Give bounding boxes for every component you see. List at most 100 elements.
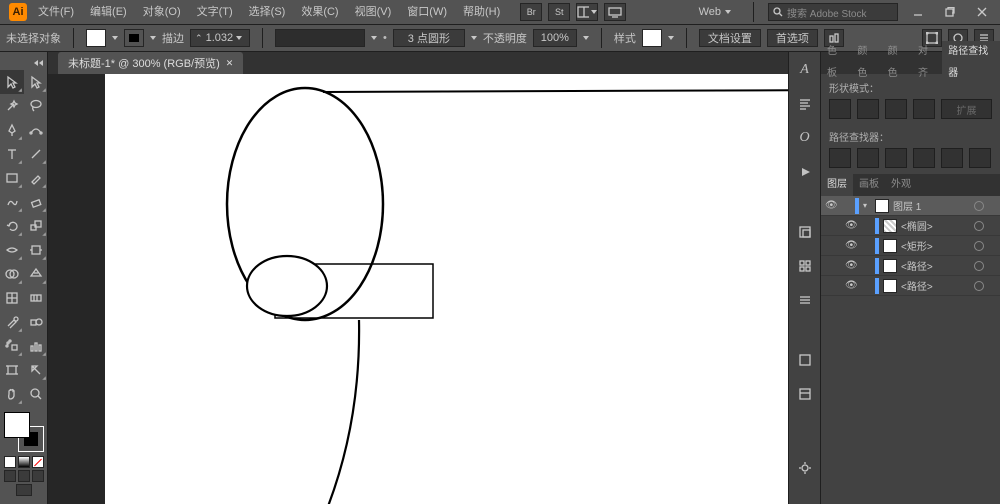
close-tab-icon[interactable]: ✕ — [226, 58, 234, 69]
menu-item[interactable]: 对象(O) — [135, 0, 189, 24]
visibility-toggle-icon[interactable]: 👁 — [845, 240, 857, 251]
color-mode-gradient[interactable] — [18, 456, 30, 468]
gpu-preview-icon[interactable] — [604, 3, 626, 21]
eyedropper-tool[interactable] — [0, 310, 24, 334]
transform-icon[interactable] — [795, 222, 815, 242]
menu-item[interactable]: 选择(S) — [241, 0, 294, 24]
layer-object-row[interactable]: 👁<椭圆> — [821, 216, 1000, 236]
width-tool[interactable] — [0, 238, 24, 262]
opacity-input[interactable]: 100% — [533, 29, 577, 47]
pen-tool[interactable] — [0, 118, 24, 142]
free-transform-tool[interactable] — [24, 238, 48, 262]
selection-tool[interactable] — [0, 70, 24, 94]
eraser-tool[interactable] — [24, 190, 48, 214]
layer-object-row[interactable]: 👁<矩形> — [821, 236, 1000, 256]
play-panel-icon[interactable] — [795, 162, 815, 182]
layer-object-row[interactable]: 👁<路径> — [821, 256, 1000, 276]
toolbox-collapse-icon[interactable] — [34, 60, 38, 66]
stroke-weight-input[interactable]: ⌃ 1.032 — [190, 29, 250, 47]
mesh-tool[interactable] — [0, 286, 24, 310]
bridge-button[interactable]: Br — [520, 3, 542, 21]
window-close-icon[interactable] — [970, 0, 994, 24]
curvature-tool[interactable] — [24, 118, 48, 142]
type-tool[interactable] — [0, 142, 24, 166]
minus-front-button[interactable] — [857, 99, 879, 119]
canvas-area[interactable] — [48, 74, 788, 504]
panel-tab[interactable]: 图层 — [821, 174, 853, 196]
color-mode-color[interactable] — [4, 456, 16, 468]
layer-row[interactable]: 👁▾图层 1 — [821, 196, 1000, 216]
trim-button[interactable] — [857, 148, 879, 168]
variable-width-profile[interactable]: 3 点圆形 — [393, 29, 465, 47]
minus-back-button[interactable] — [969, 148, 991, 168]
shaper-tool[interactable] — [0, 190, 24, 214]
symbol-sprayer-tool[interactable] — [0, 334, 24, 358]
color-mode-none[interactable] — [32, 456, 44, 468]
search-input[interactable]: 搜索 Adobe Stock — [768, 3, 898, 21]
crop-button[interactable] — [913, 148, 935, 168]
column-graph-tool[interactable] — [24, 334, 48, 358]
character-panel-icon[interactable]: A — [795, 60, 815, 80]
preferences-button[interactable]: 首选项 — [767, 29, 818, 47]
target-icon[interactable] — [974, 201, 984, 211]
paintbrush-tool[interactable] — [24, 166, 48, 190]
window-restore-icon[interactable] — [938, 0, 962, 24]
merge-button[interactable] — [885, 148, 907, 168]
brush-definition[interactable] — [275, 29, 365, 47]
zoom-tool[interactable] — [24, 382, 48, 406]
rotate-tool[interactable] — [0, 214, 24, 238]
visibility-toggle-icon[interactable]: 👁 — [845, 280, 857, 291]
menu-item[interactable]: 窗口(W) — [399, 0, 455, 24]
slice-tool[interactable] — [24, 358, 48, 382]
outline-button[interactable] — [941, 148, 963, 168]
unite-button[interactable] — [829, 99, 851, 119]
draw-normal[interactable] — [4, 470, 16, 482]
rectangle-tool[interactable] — [0, 166, 24, 190]
target-icon[interactable] — [974, 261, 984, 271]
intersect-button[interactable] — [885, 99, 907, 119]
fill-swatch[interactable] — [86, 29, 106, 47]
opentype-panel-icon[interactable]: O — [795, 128, 815, 148]
hand-tool[interactable] — [0, 382, 24, 406]
settings-icon[interactable] — [795, 458, 815, 478]
panel-tab[interactable]: 外观 — [885, 174, 917, 196]
css-properties-icon[interactable] — [795, 384, 815, 404]
visibility-toggle-icon[interactable]: 👁 — [825, 200, 837, 211]
asset-export-icon[interactable] — [795, 350, 815, 370]
document-tab[interactable]: 未标题-1* @ 300% (RGB/预览) ✕ — [58, 52, 243, 74]
screen-mode-button[interactable] — [16, 484, 32, 496]
target-icon[interactable] — [974, 221, 984, 231]
pathfinder-icon[interactable] — [795, 290, 815, 310]
draw-inside[interactable] — [32, 470, 44, 482]
menu-item[interactable]: 文字(T) — [189, 0, 241, 24]
lasso-tool[interactable] — [24, 94, 48, 118]
paragraph-panel-icon[interactable] — [795, 94, 815, 114]
blend-tool[interactable] — [24, 310, 48, 334]
artboard-tool[interactable] — [0, 358, 24, 382]
visibility-toggle-icon[interactable]: 👁 — [845, 220, 857, 231]
panel-tab[interactable]: 画板 — [853, 174, 885, 196]
arrange-docs-icon[interactable] — [576, 3, 598, 21]
menu-item[interactable]: 文件(F) — [30, 0, 82, 24]
workspace-switcher[interactable]: Web — [691, 6, 739, 18]
window-minimize-icon[interactable] — [906, 0, 930, 24]
draw-behind[interactable] — [18, 470, 30, 482]
line-segment-tool[interactable] — [24, 142, 48, 166]
menu-item[interactable]: 效果(C) — [293, 0, 346, 24]
gradient-tool[interactable] — [24, 286, 48, 310]
direct-selection-tool[interactable] — [24, 70, 48, 94]
perspective-grid-tool[interactable] — [24, 262, 48, 286]
expand-button[interactable]: 扩展 — [941, 99, 992, 119]
bridge-button[interactable]: St — [548, 3, 570, 21]
menu-item[interactable]: 视图(V) — [347, 0, 400, 24]
exclude-button[interactable] — [913, 99, 935, 119]
target-icon[interactable] — [974, 241, 984, 251]
divide-button[interactable] — [829, 148, 851, 168]
visibility-toggle-icon[interactable]: 👁 — [845, 260, 857, 271]
layer-object-row[interactable]: 👁<路径> — [821, 276, 1000, 296]
menu-item[interactable]: 编辑(E) — [82, 0, 135, 24]
target-icon[interactable] — [974, 281, 984, 291]
expand-toggle-icon[interactable]: ▾ — [863, 201, 871, 210]
fill-stroke-indicator[interactable] — [4, 412, 44, 452]
stroke-swatch[interactable] — [124, 29, 144, 47]
